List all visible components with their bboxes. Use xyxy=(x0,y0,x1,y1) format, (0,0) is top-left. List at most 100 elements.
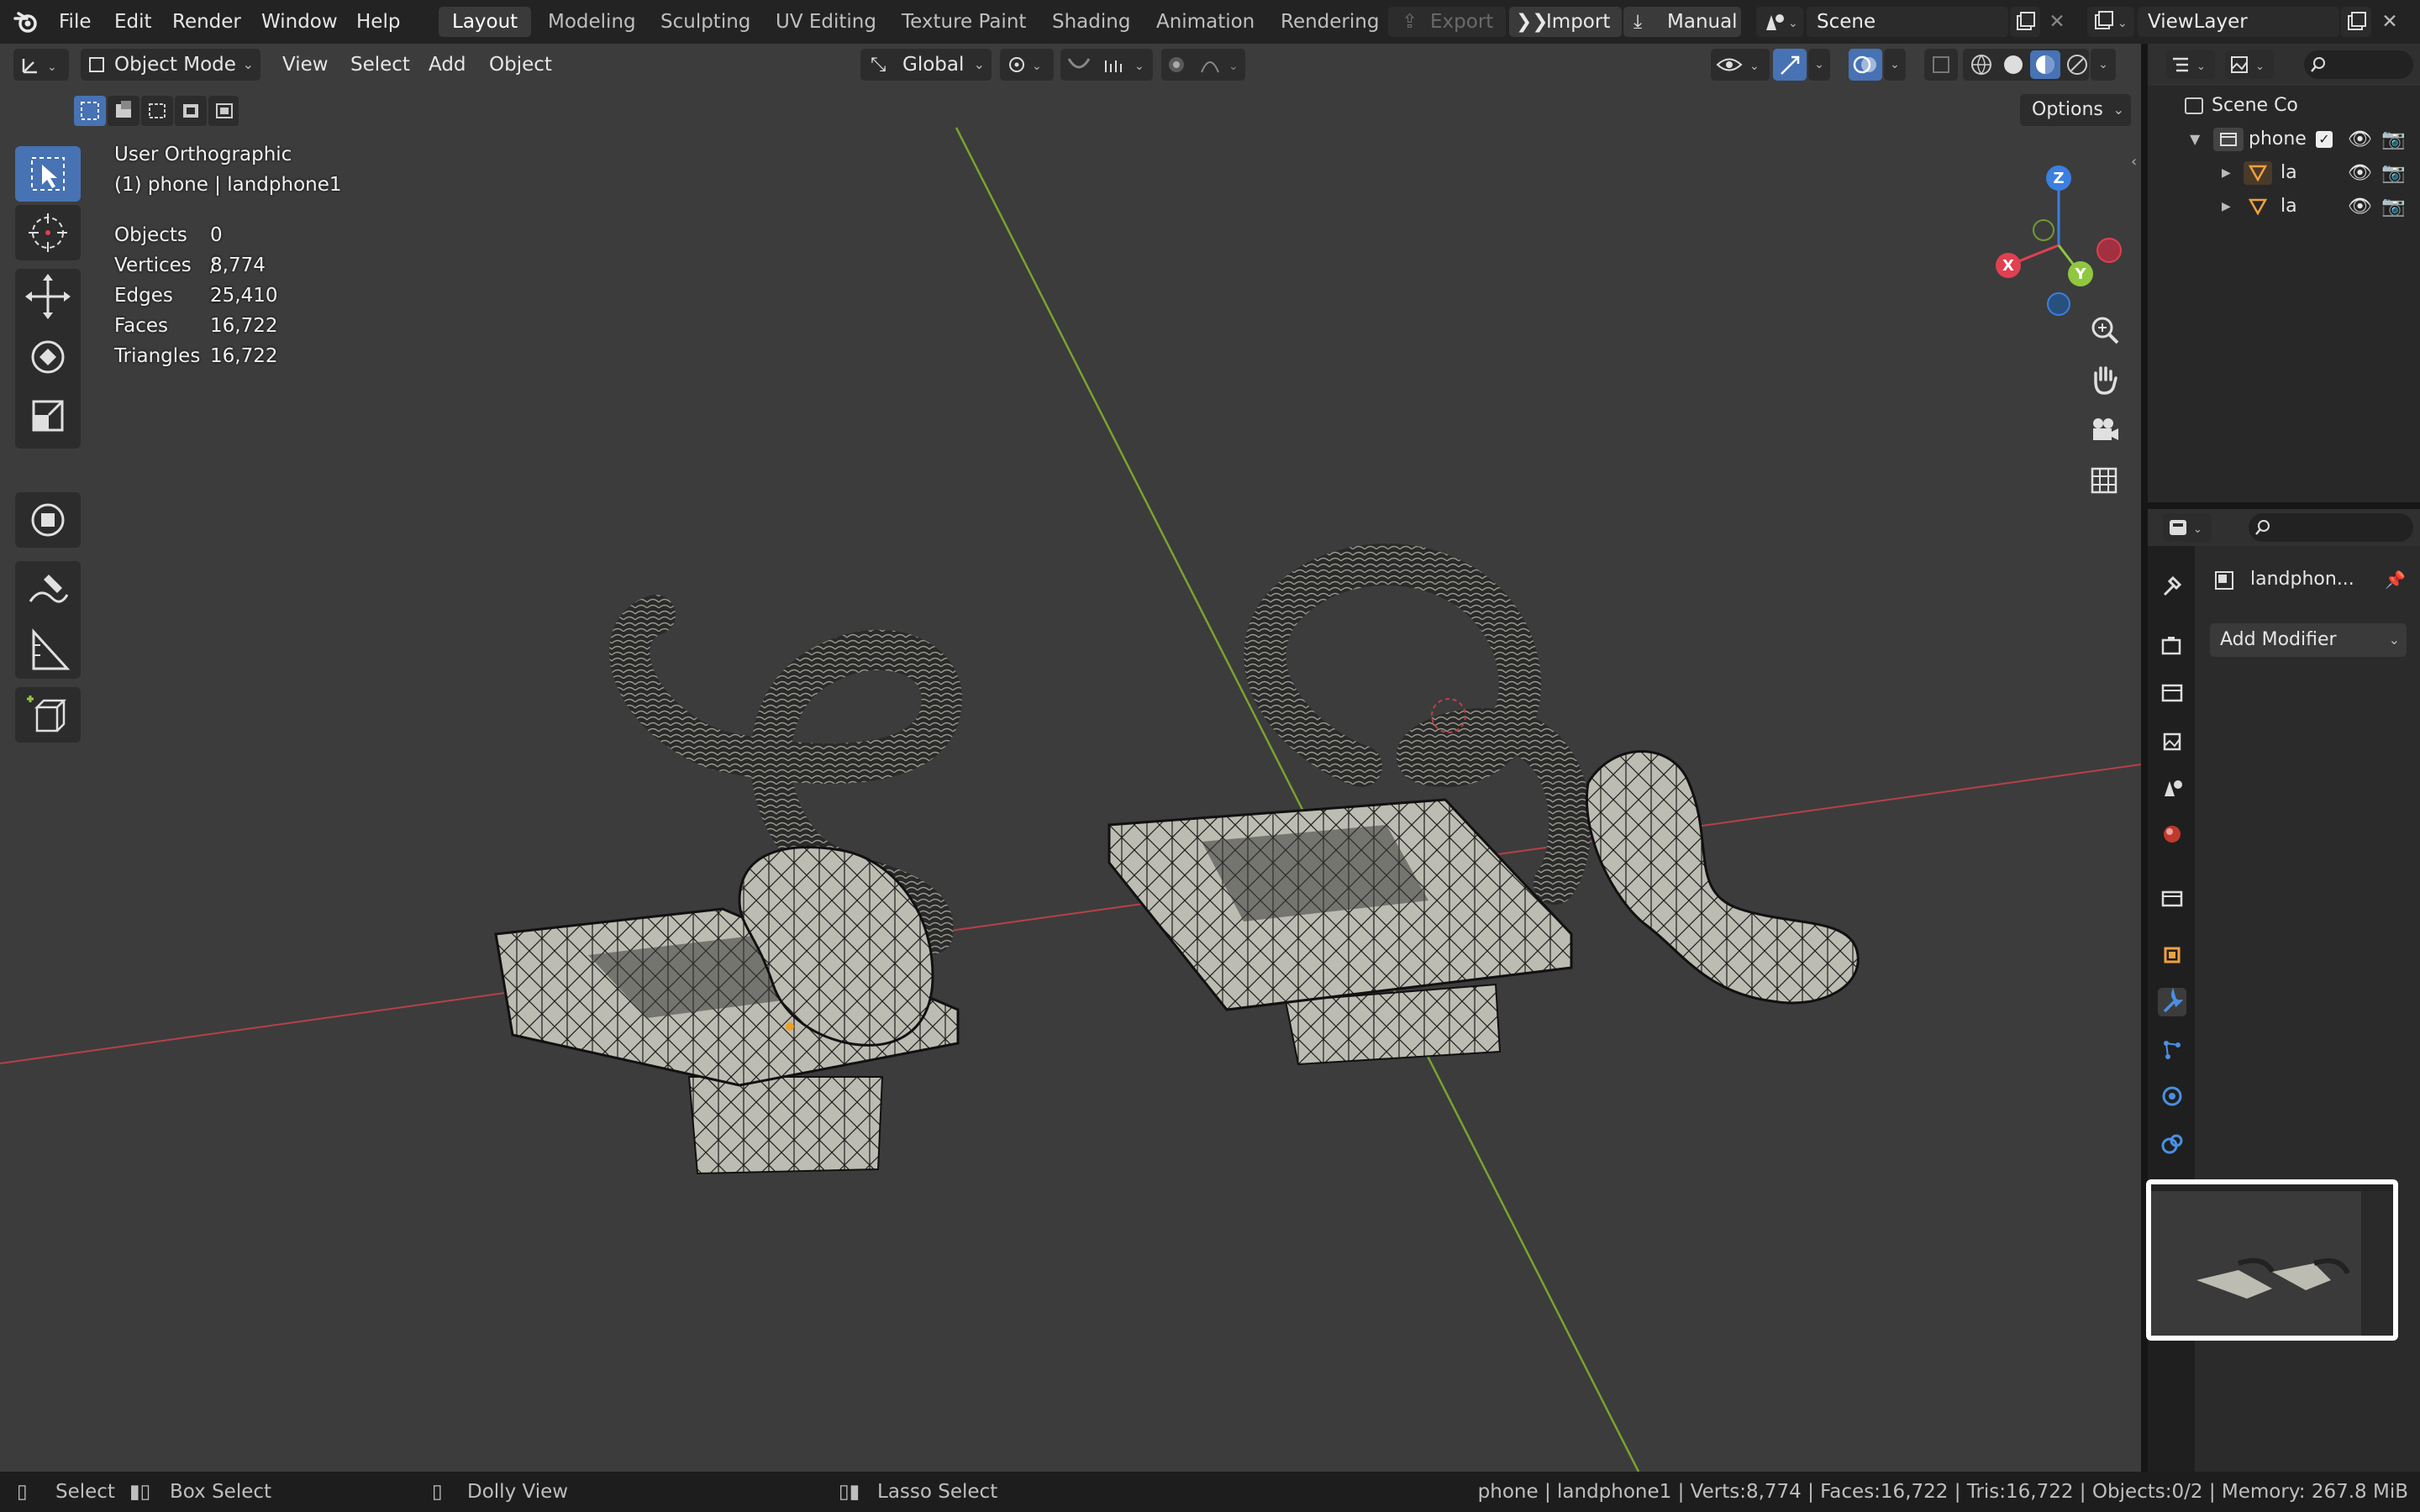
outliner-row-object-1[interactable]: ▶ la 👁 📷 xyxy=(2148,156,2420,190)
move-tool-icon xyxy=(25,274,71,319)
gizmo-options-caret[interactable]: ⌄ xyxy=(1808,49,1830,81)
particles-tab-icon[interactable] xyxy=(2158,1035,2186,1063)
menu-help[interactable]: Help xyxy=(356,8,400,36)
menu-select[interactable]: Select xyxy=(350,50,410,80)
navigation-gizmo[interactable]: Z X Y xyxy=(1983,153,2134,321)
physics-tab-icon[interactable] xyxy=(2158,1082,2186,1110)
viewport-scene[interactable] xyxy=(0,44,2141,1472)
manual-button[interactable]: ⤓ Manual xyxy=(1623,7,1741,37)
export-button[interactable]: ⇪ Export xyxy=(1388,7,1506,37)
pan-hand-icon[interactable] xyxy=(2082,358,2126,402)
search-icon xyxy=(2255,520,2270,535)
object-mode-dropdown[interactable]: Object Mode ⌄ xyxy=(81,49,260,81)
tool-tab-icon[interactable] xyxy=(2158,571,2186,600)
render-camera-icon[interactable]: 📷 xyxy=(2381,123,2406,156)
pivot-point-icon[interactable]: ⌄ xyxy=(1000,49,1054,81)
object-name-label: landphon... xyxy=(2250,569,2354,590)
delete-view-layer-icon[interactable]: ✕ xyxy=(2376,7,2403,37)
outliner-header: ⌄ ⌄ xyxy=(2148,44,2420,86)
proportional-editing-icon[interactable]: ⌄ xyxy=(1161,49,1245,81)
camera-view-icon[interactable] xyxy=(2082,408,2126,452)
blender-logo-icon[interactable] xyxy=(13,10,39,34)
constraints-tab-icon[interactable] xyxy=(2158,1129,2186,1158)
new-view-layer-icon[interactable] xyxy=(2341,7,2371,37)
scene-name-field[interactable]: Scene xyxy=(1807,7,2008,37)
overlays-options-caret[interactable]: ⌄ xyxy=(1884,49,1906,81)
annotate-tool-icon xyxy=(29,575,69,603)
outliner-search-input[interactable] xyxy=(2304,50,2413,79)
visibility-icon[interactable]: ⌄ xyxy=(1711,49,1770,81)
select-box-tool[interactable] xyxy=(15,146,81,202)
menu-object[interactable]: Object xyxy=(489,50,552,80)
transform-tool-group xyxy=(15,269,81,449)
outliner-row-object-2[interactable]: ▶ la 👁 📷 xyxy=(2148,190,2420,223)
render-tab-icon[interactable] xyxy=(2158,632,2186,660)
snap-icon[interactable]: ⌄ xyxy=(1060,49,1153,81)
scene-type-icon[interactable]: ⌄ xyxy=(1756,7,1803,37)
menu-edit[interactable]: Edit xyxy=(114,8,152,36)
shading-options-caret[interactable]: ⌄ xyxy=(2091,49,2116,81)
add-modifier-dropdown[interactable]: Add Modifier ⌄ xyxy=(2210,623,2407,657)
xray-toggle-icon[interactable] xyxy=(1924,49,1958,81)
outliner-row-phone-collection[interactable]: ▼ phone ✓ 👁 📷 xyxy=(2148,123,2420,156)
import-button[interactable]: ❯❯ Import xyxy=(1509,7,1622,37)
output-tab-icon[interactable] xyxy=(2158,679,2186,707)
properties-editor-type-icon[interactable]: ⌄ xyxy=(2163,513,2212,542)
transform-orientation-dropdown[interactable]: ⤡ Global ⌄ xyxy=(860,49,992,81)
menu-render[interactable]: Render xyxy=(172,8,241,36)
view-layer-tab-icon[interactable] xyxy=(2158,726,2186,754)
editor-type-icon[interactable]: ⌄ xyxy=(13,49,69,81)
new-scene-icon[interactable] xyxy=(2010,7,2040,37)
menu-view[interactable]: View xyxy=(282,50,329,80)
outliner-row-scene-collection[interactable]: Scene Co xyxy=(2148,89,2420,123)
gizmo-toggle-icon[interactable] xyxy=(1773,49,1807,81)
zoom-icon[interactable] xyxy=(2082,307,2126,351)
outliner-editor-type-icon[interactable]: ⌄ xyxy=(2166,50,2215,79)
tab-rendering[interactable]: Rendering xyxy=(1267,7,1392,37)
transform-tool[interactable] xyxy=(15,492,81,548)
window-preview-thumbnail[interactable] xyxy=(2146,1179,2398,1341)
tab-uv-editing[interactable]: UV Editing xyxy=(762,7,890,37)
render-camera-icon[interactable]: 📷 xyxy=(2381,190,2406,223)
object-tab-icon[interactable] xyxy=(2158,941,2186,969)
phone-model-left xyxy=(494,595,962,1175)
panel-divider[interactable] xyxy=(2148,502,2420,509)
tab-shading[interactable]: Shading xyxy=(1039,7,1144,37)
world-tab-icon[interactable] xyxy=(2158,820,2186,848)
visibility-eye-icon[interactable]: 👁 xyxy=(2348,156,2372,190)
import-icon: ❯❯ xyxy=(1516,11,1549,33)
3d-viewport[interactable]: ⌄ Object Mode ⌄ View Select Add Object ⤡… xyxy=(0,44,2141,1472)
visibility-eye-icon[interactable]: 👁 xyxy=(2348,190,2372,223)
annotate-measure-group xyxy=(15,561,81,679)
include-checkbox[interactable]: ✓ xyxy=(2316,131,2333,148)
ortho-grid-icon[interactable] xyxy=(2082,459,2126,502)
menu-file[interactable]: File xyxy=(59,8,92,36)
tab-animation[interactable]: Animation xyxy=(1143,7,1268,37)
options-dropdown[interactable]: Options ⌄ xyxy=(2020,94,2131,126)
view-layer-icon[interactable]: ⌄ xyxy=(2087,7,2134,37)
delete-scene-icon[interactable]: ✕ xyxy=(2044,7,2070,37)
expand-arrow-icon[interactable]: ▼ xyxy=(2190,123,2200,156)
add-cube-tool[interactable] xyxy=(15,687,81,743)
properties-search-input[interactable] xyxy=(2249,513,2413,542)
collection-tab-icon[interactable] xyxy=(2158,884,2186,912)
render-camera-icon[interactable]: 📷 xyxy=(2381,156,2406,190)
display-mode-icon[interactable]: ⌄ xyxy=(2225,50,2274,79)
menu-window[interactable]: Window xyxy=(261,8,338,36)
pin-icon[interactable]: 📌 xyxy=(2385,561,2406,598)
visibility-eye-icon[interactable]: 👁 xyxy=(2348,123,2372,156)
tab-modeling[interactable]: Modeling xyxy=(534,7,650,37)
svg-text:⌄: ⌄ xyxy=(2196,60,2206,73)
expand-arrow-icon[interactable]: ▶ xyxy=(2222,156,2231,190)
menu-add[interactable]: Add xyxy=(429,50,466,80)
overlays-toggle-icon[interactable] xyxy=(1849,49,1882,81)
expand-arrow-icon[interactable]: ▶ xyxy=(2222,190,2231,223)
tab-layout[interactable]: Layout xyxy=(439,7,532,37)
cursor-tool[interactable] xyxy=(15,205,81,260)
tab-sculpting[interactable]: Sculpting xyxy=(647,7,764,37)
modifier-tab-icon[interactable] xyxy=(2158,988,2186,1016)
tab-texture-paint[interactable]: Texture Paint xyxy=(888,7,1039,37)
scene-tab-icon[interactable] xyxy=(2158,773,2186,801)
view-layer-field[interactable]: ViewLayer xyxy=(2138,7,2339,37)
solid-shading-icon xyxy=(2004,55,2023,74)
